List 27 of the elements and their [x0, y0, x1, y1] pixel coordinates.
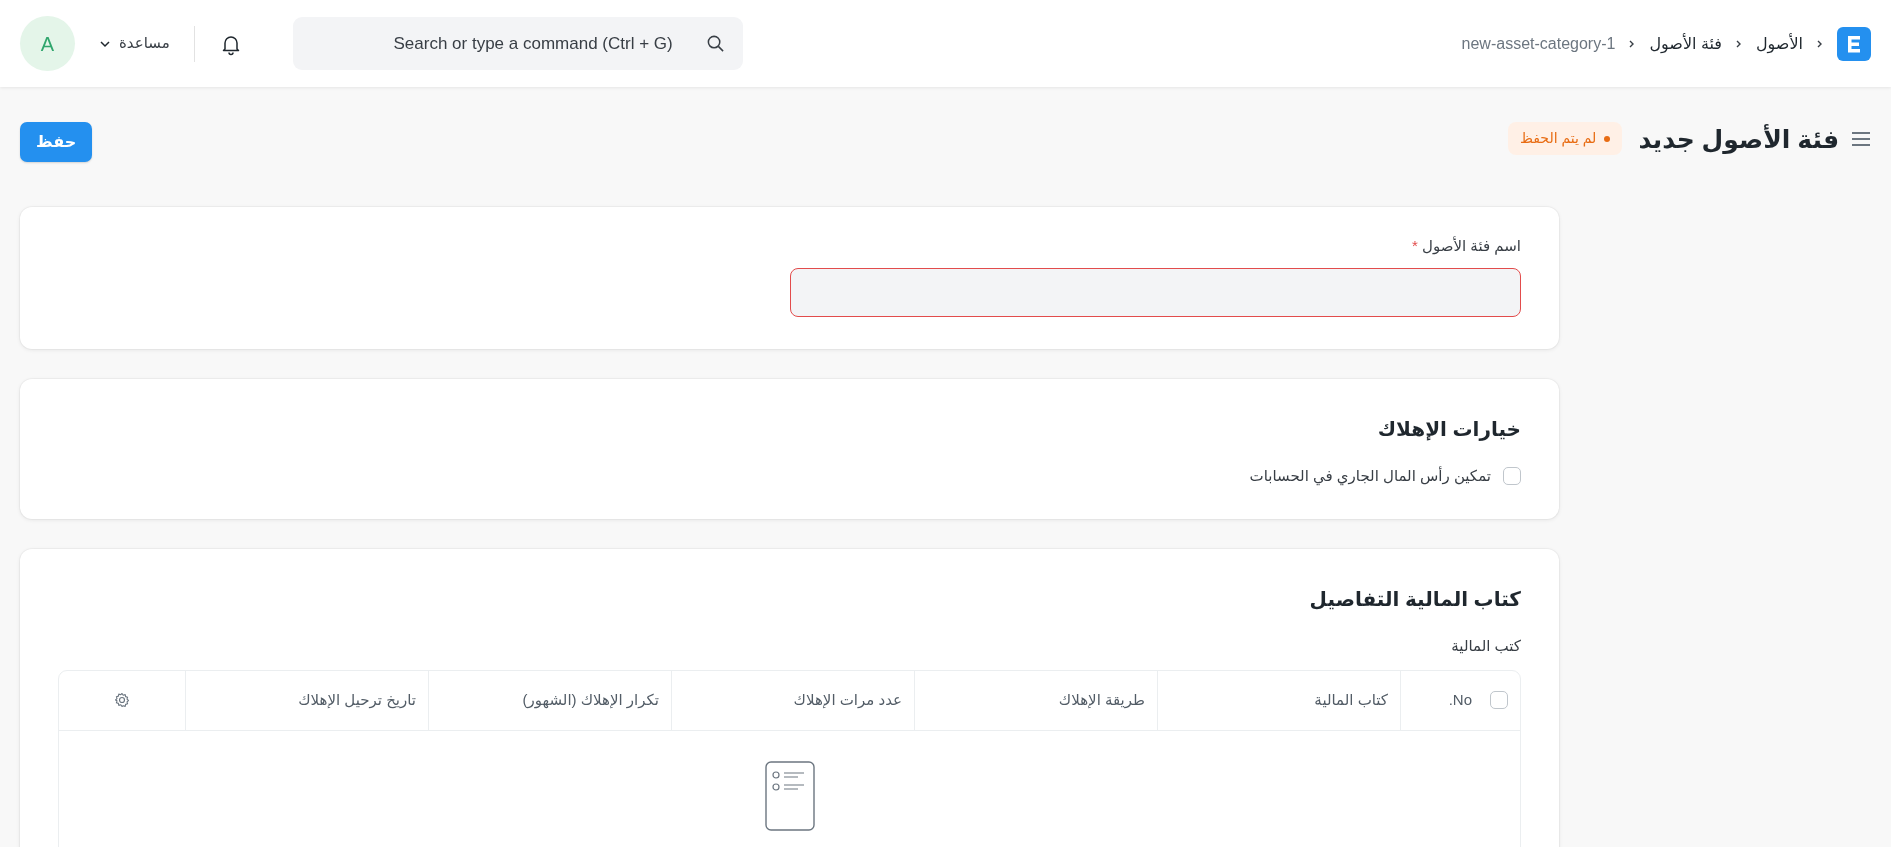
empty-list-icon	[764, 760, 815, 831]
input-field[interactable]	[789, 267, 1521, 317]
required-mark: *	[1412, 237, 1418, 254]
settings-icon[interactable]	[114, 692, 130, 708]
column-header: No.	[1448, 689, 1472, 710]
section-title: كتاب المالية التفاصيل	[1308, 587, 1521, 611]
status-indicator: لم يتم الحفظ	[1508, 122, 1623, 155]
column-header: تاريخ ترحيل الإهلاك	[298, 689, 416, 711]
search-icon	[705, 34, 725, 53]
page-title: فئة الأصول جديد	[1638, 123, 1839, 154]
search-field[interactable]: Search or type a command (Ctrl + G)	[292, 17, 743, 70]
menu-icon[interactable]	[1851, 130, 1871, 147]
column-header: كتاب المالية	[1314, 689, 1388, 710]
column-header: عدد مرات الإهلاك	[793, 689, 902, 710]
table-label: كتب المالية	[1450, 636, 1521, 656]
column-header: طريقة الإهلاك	[1058, 689, 1145, 711]
breadcrumb-link[interactable]: الأصول	[1755, 31, 1803, 56]
breadcrumb-link[interactable]: new-asset-category-1	[1461, 31, 1616, 56]
help-dropdown[interactable]: مساعدة	[99, 32, 170, 55]
breadcrumb-link[interactable]: فئة الأصول	[1649, 31, 1722, 56]
select-all-checkbox[interactable]	[1490, 691, 1508, 709]
column-header: تكرار الإهلاك (الشهور)	[522, 689, 659, 711]
checkbox-label: تمكين رأس المال الجاري في الحسابات	[1249, 465, 1491, 487]
checkbox[interactable]	[1503, 466, 1521, 485]
field-label: اسم فئة الأصول *	[1411, 235, 1521, 257]
section-title: خيارات الإهلاك	[1376, 416, 1521, 441]
app-logo[interactable]	[1837, 26, 1871, 61]
